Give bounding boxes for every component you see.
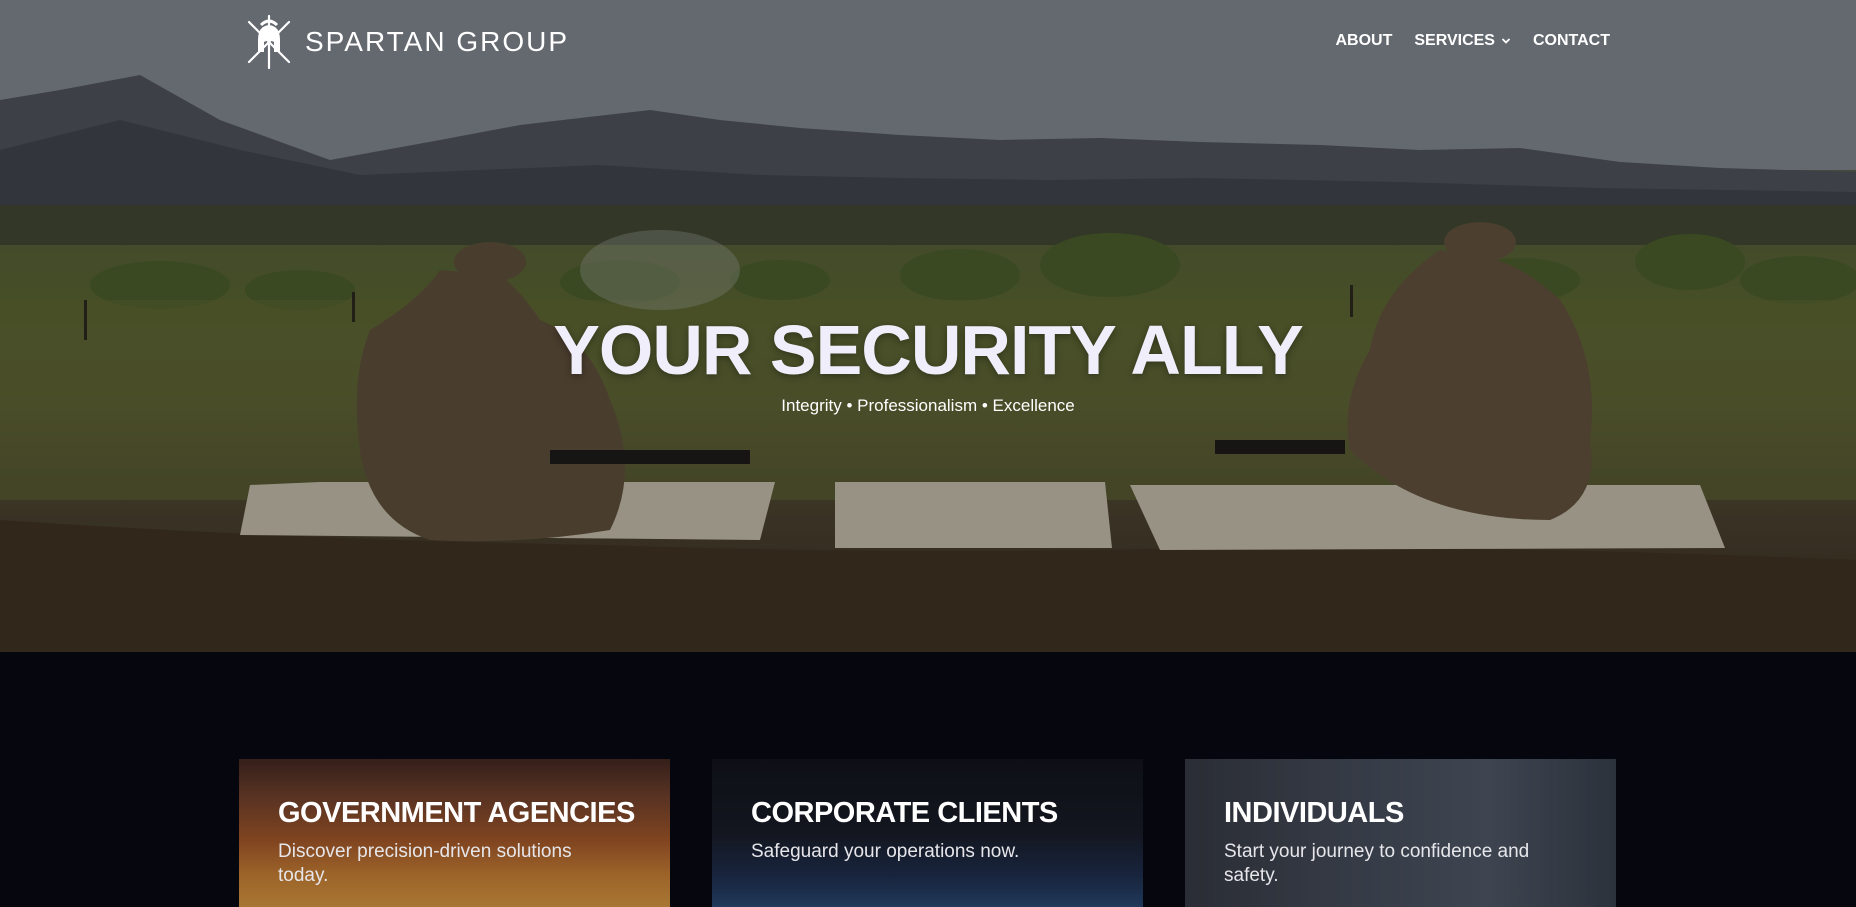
nav-services[interactable]: SERVICES [1414,32,1511,50]
chevron-down-icon [1501,38,1511,44]
card-corporate-clients[interactable]: CORPORATE CLIENTS Safeguard your operati… [712,759,1143,907]
hero-title: YOUR SECURITY ALLY [553,311,1304,389]
card-individuals[interactable]: INDIVIDUALS Start your journey to confid… [1185,759,1616,907]
nav-about[interactable]: ABOUT [1335,32,1392,50]
main-nav: ABOUT SERVICES CONTACT [1335,32,1610,50]
card-image-shade [712,759,1143,907]
card-title: GOVERNMENT AGENCIES [278,797,635,829]
audience-cards-section: GOVERNMENT AGENCIES Discover precision-d… [0,652,1856,907]
nav-services-label: SERVICES [1414,32,1495,49]
nav-contact[interactable]: CONTACT [1533,32,1610,50]
hero-subtitle: Integrity • Professionalism • Excellence [781,396,1075,415]
nav-about-label: ABOUT [1335,32,1393,49]
logo[interactable]: SPARTAN GROUP [245,14,569,70]
site-header: SPARTAN GROUP ABOUT SERVICES CONTACT [0,0,1856,86]
brand-name: SPARTAN GROUP [305,26,570,57]
card-description: Start your journey to confidence and saf… [1224,841,1530,886]
card-government-agencies[interactable]: GOVERNMENT AGENCIES Discover precision-d… [239,759,670,907]
card-title: INDIVIDUALS [1224,797,1404,829]
nav-contact-label: CONTACT [1532,32,1610,49]
spartan-helmet-icon [247,14,291,70]
card-description: Safeguard your operations now. [751,841,1020,862]
card-title: CORPORATE CLIENTS [751,797,1058,829]
hero-section: SPARTAN GROUP ABOUT SERVICES CONTACT YOU… [0,0,1856,652]
card-description: Discover precision-driven solutions toda… [278,841,572,886]
